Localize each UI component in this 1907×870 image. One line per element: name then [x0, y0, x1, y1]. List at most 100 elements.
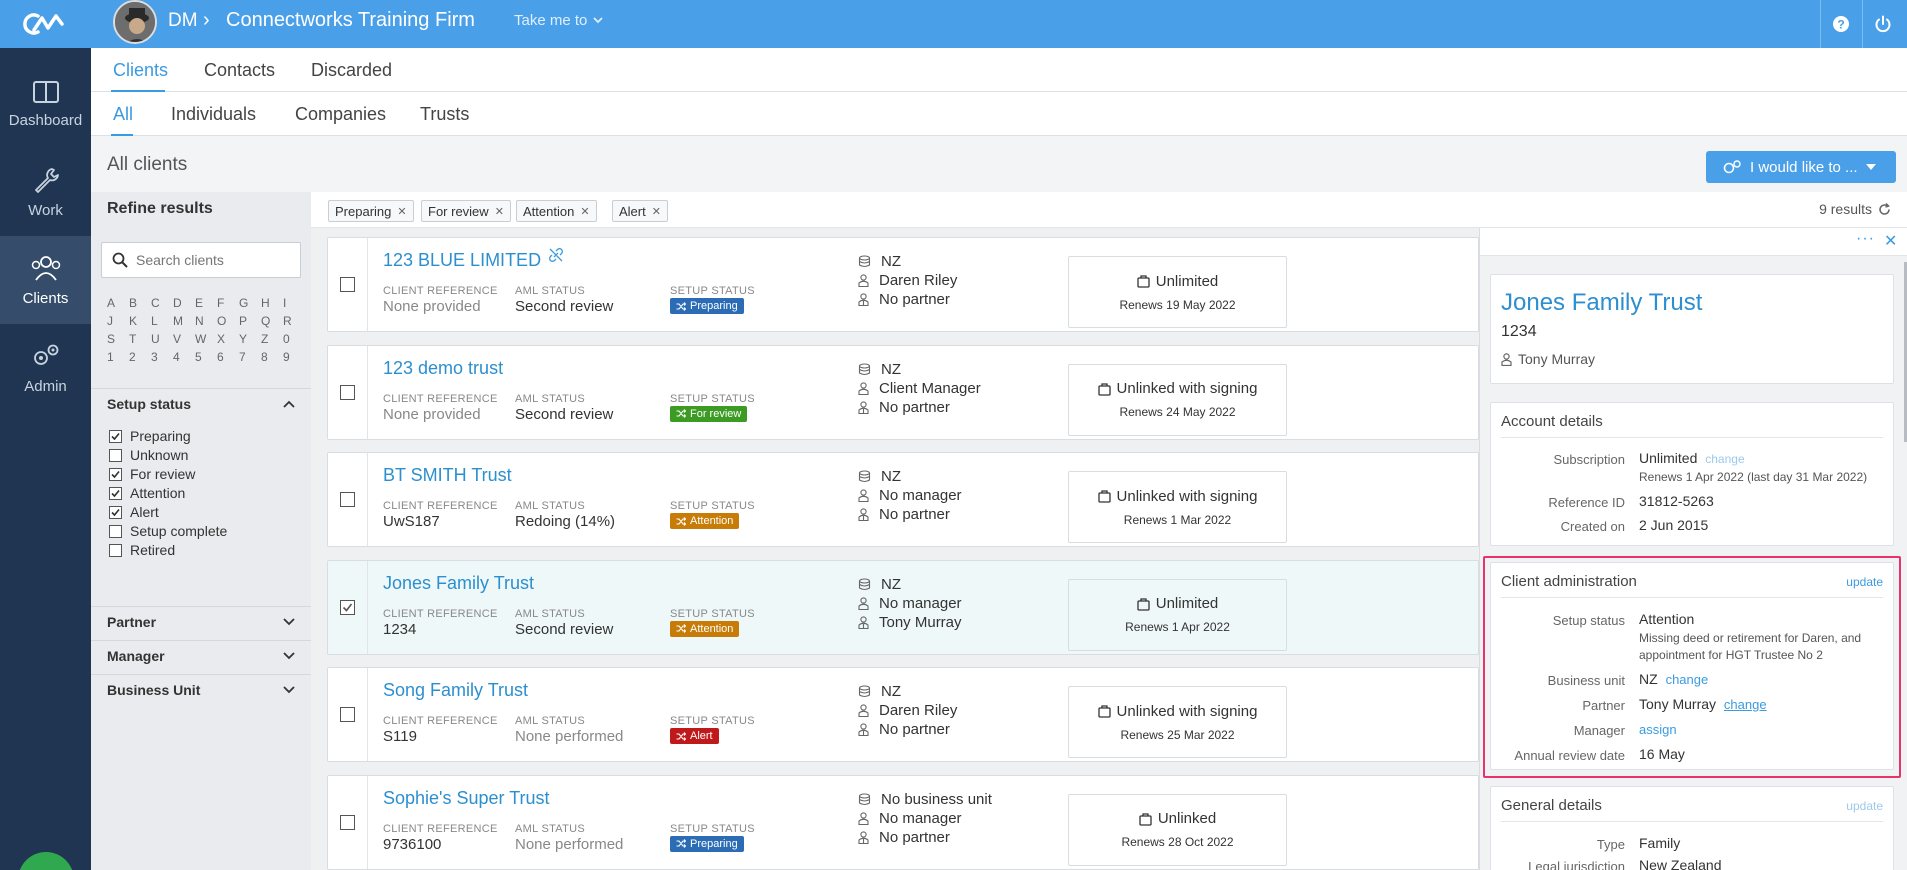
alphabet-letter[interactable]: I: [283, 296, 305, 310]
tab-trusts[interactable]: Trusts: [420, 104, 469, 125]
alphabet-letter[interactable]: Z: [261, 332, 283, 346]
tab-all[interactable]: All: [113, 104, 133, 125]
take-me-to-dropdown[interactable]: Take me to: [514, 12, 604, 29]
alphabet-letter[interactable]: J: [107, 314, 129, 328]
alphabet-letter[interactable]: G: [239, 296, 261, 310]
alphabet-letter[interactable]: 5: [195, 350, 217, 364]
subscription-box[interactable]: Unlinked with signing Renews 24 May 2022: [1068, 363, 1287, 436]
alphabet-letter[interactable]: K: [129, 314, 151, 328]
sidebar-item-admin[interactable]: Admin: [0, 324, 91, 412]
alphabet-letter[interactable]: E: [195, 296, 217, 310]
search-box[interactable]: [101, 242, 301, 278]
remove-chip-icon[interactable]: ✕: [495, 205, 504, 218]
i-would-like-to-button[interactable]: I would like to ...: [1706, 151, 1896, 183]
manager-filter-header[interactable]: Manager: [91, 640, 311, 670]
checkbox-checked[interactable]: [109, 429, 122, 443]
alphabet-letter[interactable]: L: [151, 314, 173, 328]
business-unit-filter-header[interactable]: Business Unit: [91, 674, 311, 704]
checkbox-checked[interactable]: [340, 599, 355, 615]
app-logo[interactable]: [0, 0, 91, 48]
alphabet-letter[interactable]: 0: [283, 332, 305, 346]
org-name[interactable]: Connectworks Training Firm: [226, 9, 475, 32]
alphabet-letter[interactable]: 3: [151, 350, 173, 364]
alphabet-letter[interactable]: M: [173, 314, 195, 328]
row-select[interactable]: [328, 453, 368, 546]
checkbox-checked[interactable]: [109, 486, 122, 500]
alphabet-letter[interactable]: Y: [239, 332, 261, 346]
client-name-link[interactable]: 123 demo trust: [383, 358, 503, 379]
sidebar-item-dashboard[interactable]: Dashboard: [0, 60, 91, 148]
alphabet-letter[interactable]: F: [217, 296, 239, 310]
row-select[interactable]: [328, 668, 368, 761]
business-unit-change-link[interactable]: change: [1666, 672, 1709, 687]
alphabet-letter[interactable]: 1: [107, 350, 129, 364]
setup-status-option[interactable]: Alert: [109, 504, 159, 520]
alphabet-letter[interactable]: 6: [217, 350, 239, 364]
alphabet-letter[interactable]: C: [151, 296, 173, 310]
checkbox[interactable]: [340, 277, 355, 292]
subscription-box[interactable]: Unlinked with signing Renews 25 Mar 2022: [1068, 686, 1287, 758]
client-name-link[interactable]: Jones Family Trust: [383, 573, 534, 594]
alphabet-letter[interactable]: T: [129, 332, 151, 346]
subscription-box[interactable]: Unlinked Renews 28 Oct 2022: [1068, 793, 1287, 866]
remove-chip-icon[interactable]: ✕: [580, 205, 589, 218]
search-input[interactable]: [136, 252, 286, 268]
checkbox[interactable]: [109, 543, 122, 557]
remove-chip-icon[interactable]: ✕: [652, 205, 661, 218]
row-select[interactable]: [328, 345, 368, 439]
setup-status-option[interactable]: Preparing: [109, 428, 191, 444]
checkbox[interactable]: [340, 707, 355, 722]
checkbox-checked[interactable]: [109, 467, 122, 481]
partner-filter-header[interactable]: Partner: [91, 606, 311, 636]
close-icon[interactable]: ✕: [1884, 231, 1897, 251]
refresh-icon[interactable]: [1878, 202, 1891, 216]
client-name-link[interactable]: 123 BLUE LIMITED: [383, 248, 564, 271]
client-card[interactable]: BT SMITH Trust CLIENT REFERENCE UwS187 AML …: [327, 452, 1479, 547]
sidebar-item-work[interactable]: Work: [0, 148, 91, 236]
alphabet-letter[interactable]: S: [107, 332, 129, 346]
setup-status-option[interactable]: Unknown: [109, 447, 188, 463]
checkbox[interactable]: [340, 384, 355, 400]
alphabet-letter[interactable]: B: [129, 296, 151, 310]
subscription-box[interactable]: Unlimited Renews 19 May 2022: [1068, 256, 1287, 328]
alphabet-letter[interactable]: D: [173, 296, 195, 310]
sidebar-item-clients[interactable]: Clients: [0, 236, 91, 324]
client-name-link[interactable]: Sophie's Super Trust: [383, 788, 550, 809]
admin-update-link[interactable]: update: [1846, 575, 1883, 589]
alphabet-letter[interactable]: R: [283, 314, 305, 328]
row-select[interactable]: [328, 560, 368, 654]
checkbox-checked[interactable]: [109, 505, 122, 519]
alphabet-letter[interactable]: V: [173, 332, 195, 346]
alphabet-letter[interactable]: 9: [283, 350, 305, 364]
chat-bubble-button[interactable]: [18, 852, 74, 870]
client-card[interactable]: 123 BLUE LIMITED CLIENT REFERENCE None pro…: [327, 237, 1479, 332]
tab-discarded[interactable]: Discarded: [311, 60, 392, 81]
alphabet-letter[interactable]: H: [261, 296, 283, 310]
client-card[interactable]: 123 demo trust CLIENT REFERENCE None provi…: [327, 344, 1479, 440]
alphabet-letter[interactable]: 8: [261, 350, 283, 364]
client-name-link[interactable]: BT SMITH Trust: [383, 465, 512, 486]
checkbox[interactable]: [109, 448, 122, 462]
alphabet-letter[interactable]: N: [195, 314, 217, 328]
alphabet-letter[interactable]: W: [195, 332, 217, 346]
tab-individuals[interactable]: Individuals: [171, 104, 256, 125]
alphabet-letter[interactable]: 2: [129, 350, 151, 364]
alphabet-letter[interactable]: X: [217, 332, 239, 346]
client-card[interactable]: Jones Family Trust CLIENT REFERENCE 1234 AM…: [327, 559, 1479, 655]
row-select[interactable]: [328, 775, 368, 869]
subscription-change-link[interactable]: change: [1705, 452, 1744, 466]
setup-status-option[interactable]: Attention: [109, 485, 185, 501]
remove-chip-icon[interactable]: ✕: [397, 205, 406, 218]
org-initials[interactable]: DM: [168, 10, 198, 32]
checkbox[interactable]: [340, 814, 355, 830]
checkbox[interactable]: [340, 492, 355, 507]
client-name-link[interactable]: Song Family Trust: [383, 680, 528, 701]
alphabet-letter[interactable]: Q: [261, 314, 283, 328]
tab-companies[interactable]: Companies: [295, 104, 386, 125]
setup-status-filter-header[interactable]: Setup status: [91, 388, 311, 418]
avatar[interactable]: [113, 0, 157, 44]
alphabet-letter[interactable]: O: [217, 314, 239, 328]
alphabet-letter[interactable]: P: [239, 314, 261, 328]
row-select[interactable]: [328, 238, 368, 331]
alphabet-letter[interactable]: 7: [239, 350, 261, 364]
